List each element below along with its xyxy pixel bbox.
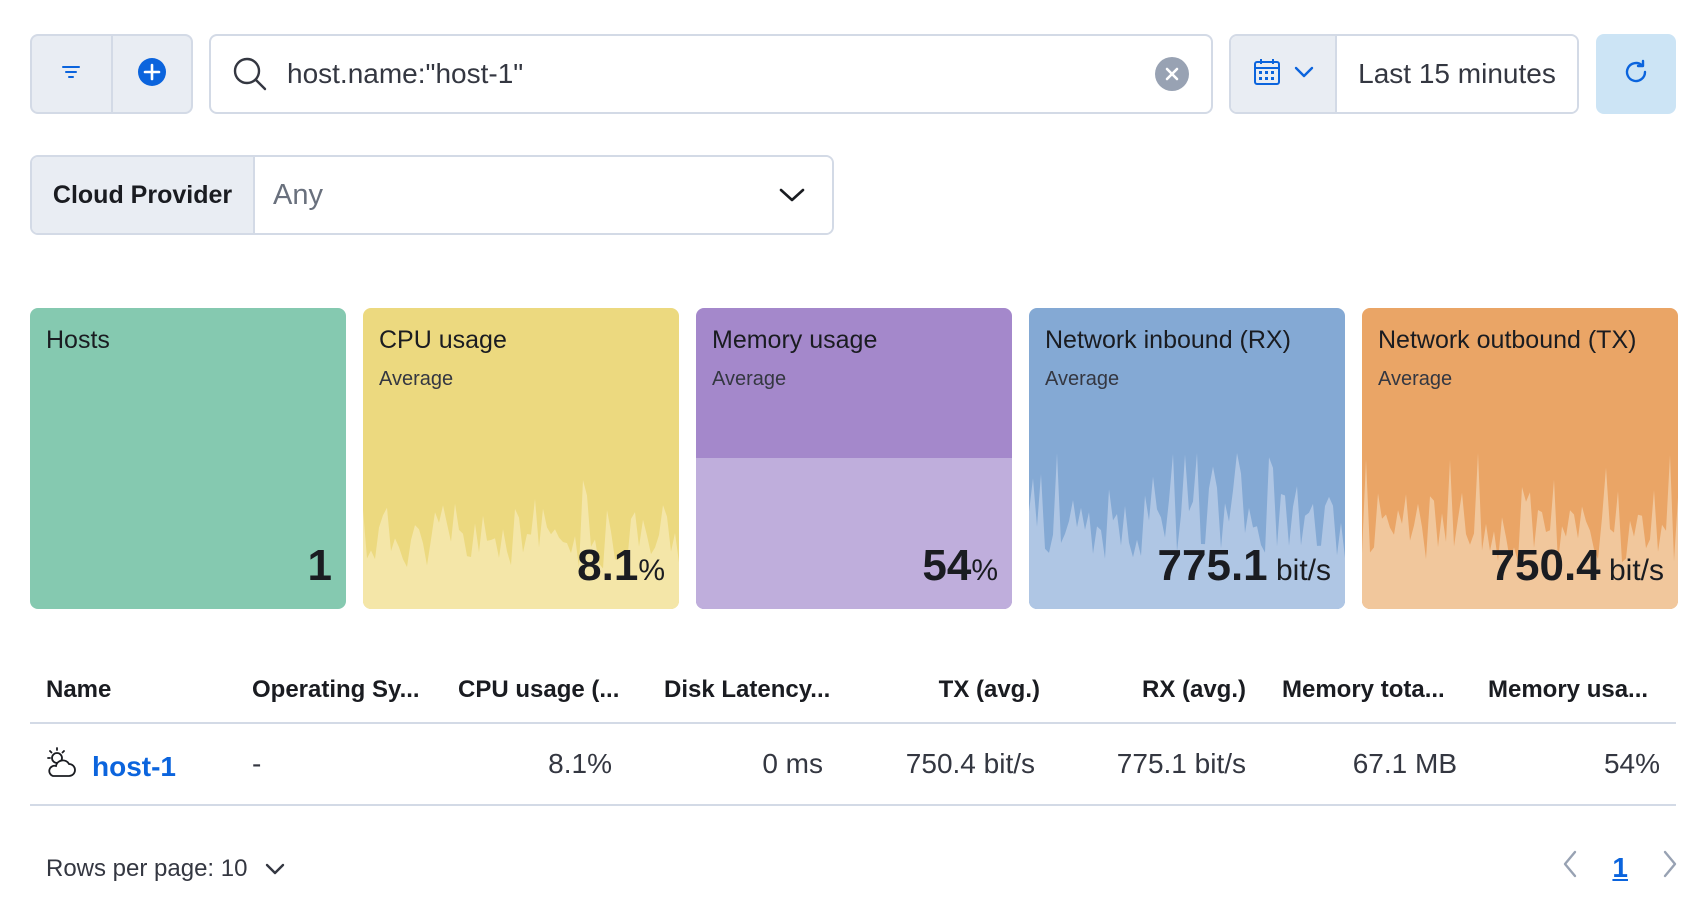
tx-cell: 750.4 bit/s [905,748,1035,779]
network-outbound-card: Network outbound (TX) Average 750.4 bit/… [1362,308,1678,609]
add-filter-button[interactable] [110,36,192,112]
chevron-left-icon[interactable] [1562,850,1578,885]
disk-latency-cell: 0 ms [762,748,823,779]
page-number[interactable]: 1 [1612,852,1628,884]
search-query[interactable]: host.name:"host-1" [287,58,1155,90]
os-cell: - [252,748,262,779]
pagination: 1 [1562,850,1678,885]
card-value: 1 [307,541,332,590]
card-subtitle: Average [1378,368,1453,390]
quick-select-button[interactable] [1231,36,1337,112]
filter-icon [60,61,82,88]
control-value[interactable]: Any [255,157,752,233]
calendar-icon [1252,57,1282,92]
card-title: Memory usage [712,326,878,354]
column-header-disk-latency[interactable]: Disk Latency... [664,676,830,704]
query-actions-group [30,34,193,114]
host-name-cell: host-1 [44,746,176,787]
cloud-provider-control[interactable]: Cloud Provider Any [30,155,834,235]
filter-menu-button[interactable] [32,36,111,112]
table-row: host-1 - 8.1% 0 ms 750.4 bit/s 775.1 bit… [30,724,1676,806]
chevron-down-icon [265,855,285,883]
card-value: 750.4 bit/s [1490,541,1664,590]
card-title: CPU usage [379,326,507,354]
column-header-name[interactable]: Name [46,676,111,704]
plus-circle-icon [137,57,167,92]
hosts-card: Hosts 1 [30,308,346,609]
control-label: Cloud Provider [32,157,255,233]
card-title: Network outbound (TX) [1378,326,1637,354]
rows-per-page-label: Rows per page: 10 [46,855,248,882]
time-range-display[interactable]: Last 15 minutes [1337,36,1577,112]
cpu-usage-card: CPU usage Average 8.1% [363,308,679,609]
column-header-memory-total[interactable]: Memory tota... [1282,676,1445,704]
card-title: Hosts [46,326,110,354]
refresh-button[interactable] [1596,34,1676,114]
memory-usage-card: Memory usage Average 54% [696,308,1012,609]
cpu-cell: 8.1% [548,748,612,779]
date-picker: Last 15 minutes [1229,34,1579,114]
memory-total-cell: 67.1 MB [1352,748,1457,779]
cloud-icon [44,746,78,787]
column-header-os[interactable]: Operating Sy... [252,676,420,704]
rows-per-page-button[interactable]: Rows per page: 10 [46,855,285,883]
clear-icon[interactable] [1155,57,1189,91]
search-icon [231,55,269,93]
refresh-icon [1622,58,1650,91]
card-subtitle: Average [1045,368,1120,390]
chevron-down-icon [1294,65,1314,84]
card-value: 775.1 bit/s [1157,541,1331,590]
card-value: 8.1% [577,541,665,590]
column-header-rx[interactable]: RX (avg.) [1142,676,1246,704]
card-subtitle: Average [712,368,787,390]
card-title: Network inbound (RX) [1045,326,1291,354]
column-header-memory-usage[interactable]: Memory usa... [1488,676,1648,704]
column-header-tx[interactable]: TX (avg.) [939,676,1040,704]
table-header: Name Operating Sy... CPU usage (... Disk… [30,668,1676,724]
host-link[interactable]: host-1 [92,751,176,783]
column-header-cpu[interactable]: CPU usage (... [458,676,619,704]
rx-cell: 775.1 bit/s [1116,748,1246,779]
network-inbound-card: Network inbound (RX) Average 775.1 bit/s [1029,308,1345,609]
memory-usage-cell: 54% [1603,748,1660,779]
chevron-right-icon[interactable] [1662,850,1678,885]
card-subtitle: Average [379,368,454,390]
chevron-down-icon[interactable] [752,157,832,233]
search-bar[interactable]: host.name:"host-1" [209,34,1213,114]
card-value: 54% [922,541,998,590]
